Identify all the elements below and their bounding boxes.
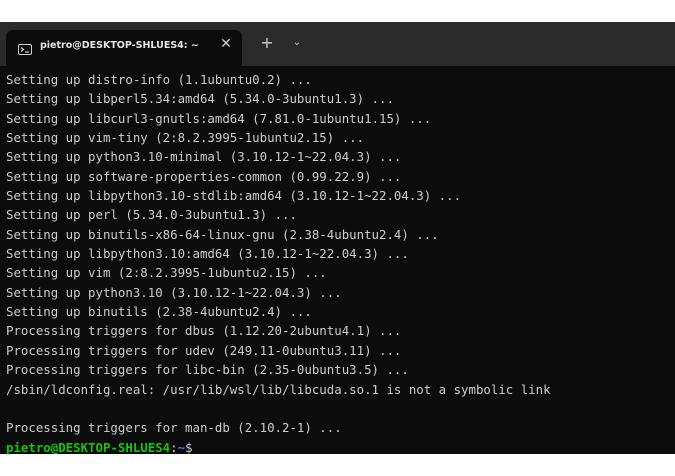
close-icon[interactable]: ✕ [218, 36, 234, 52]
terminal-line: Setting up distro-info (1.1ubuntu0.2) ..… [6, 72, 312, 87]
terminal-line: Processing triggers for libc-bin (2.35-0… [6, 362, 409, 378]
tab-title: pietro@DESKTOP-SHLUES4: ~ [40, 40, 199, 51]
chevron-down-icon[interactable]: ⌄ [290, 34, 304, 52]
terminal-icon [18, 42, 32, 55]
terminal-line: Processing triggers for dbus (1.12.20-2u… [6, 323, 402, 339]
prompt-symbol: $ [185, 439, 193, 455]
terminal-line: Setting up binutils (2.38-4ubuntu2.4) ..… [6, 304, 312, 320]
terminal-line: Processing triggers for man-db (2.10.2-1… [6, 420, 342, 436]
terminal-line: Setting up libpython3.10-stdlib:amd64 (3… [6, 188, 462, 204]
terminal-line: Setting up python3.10-minimal (3.10.12-1… [6, 149, 402, 165]
terminal-line: Setting up perl (5.34.0-3ubuntu1.3) ... [6, 207, 297, 223]
new-tab-button[interactable]: + [258, 34, 276, 52]
terminal-line: Setting up libpython3.10:amd64 (3.10.12-… [6, 246, 409, 262]
terminal-line: /sbin/ldconfig.real: /usr/lib/wsl/lib/li… [6, 381, 551, 397]
terminal-line: Setting up python3.10 (3.10.12-1~22.04.3… [6, 284, 342, 300]
prompt-path: ~ [177, 439, 186, 455]
title-bar: pietro@DESKTOP-SHLUES4: ~ ✕ + ⌄ [0, 22, 675, 66]
terminal-window: pietro@DESKTOP-SHLUES4: ~ ✕ + ⌄ Setting … [0, 22, 675, 457]
terminal-line: Setting up libcurl3-gnutls:amd64 (7.81.0… [6, 110, 432, 126]
command-prompt[interactable]: pietro@DESKTOP-SHLUES4:~$ [6, 438, 675, 457]
prompt-user-host: pietro@DESKTOP-SHLUES4 [6, 439, 171, 455]
prompt-separator: : [170, 439, 178, 455]
terminal-line: Setting up vim-tiny (2:8.2.3995-1ubuntu2… [6, 130, 365, 146]
terminal-line: Setting up libperl5.34:amd64 (5.34.0-3ub… [6, 91, 394, 107]
terminal-line: Processing triggers for udev (249.11-0ub… [6, 342, 402, 358]
terminal-line: Setting up software-properties-common (0… [6, 168, 402, 184]
terminal-line: Setting up vim (2:8.2.3995-1ubuntu2.15) … [6, 265, 327, 281]
tab-ubuntu-shell[interactable]: pietro@DESKTOP-SHLUES4: ~ ✕ [6, 30, 242, 66]
terminal-output[interactable]: Setting up distro-info (1.1ubuntu0.2) ..… [0, 66, 675, 457]
terminal-line: Setting up binutils-x86-64-linux-gnu (2.… [6, 226, 439, 242]
